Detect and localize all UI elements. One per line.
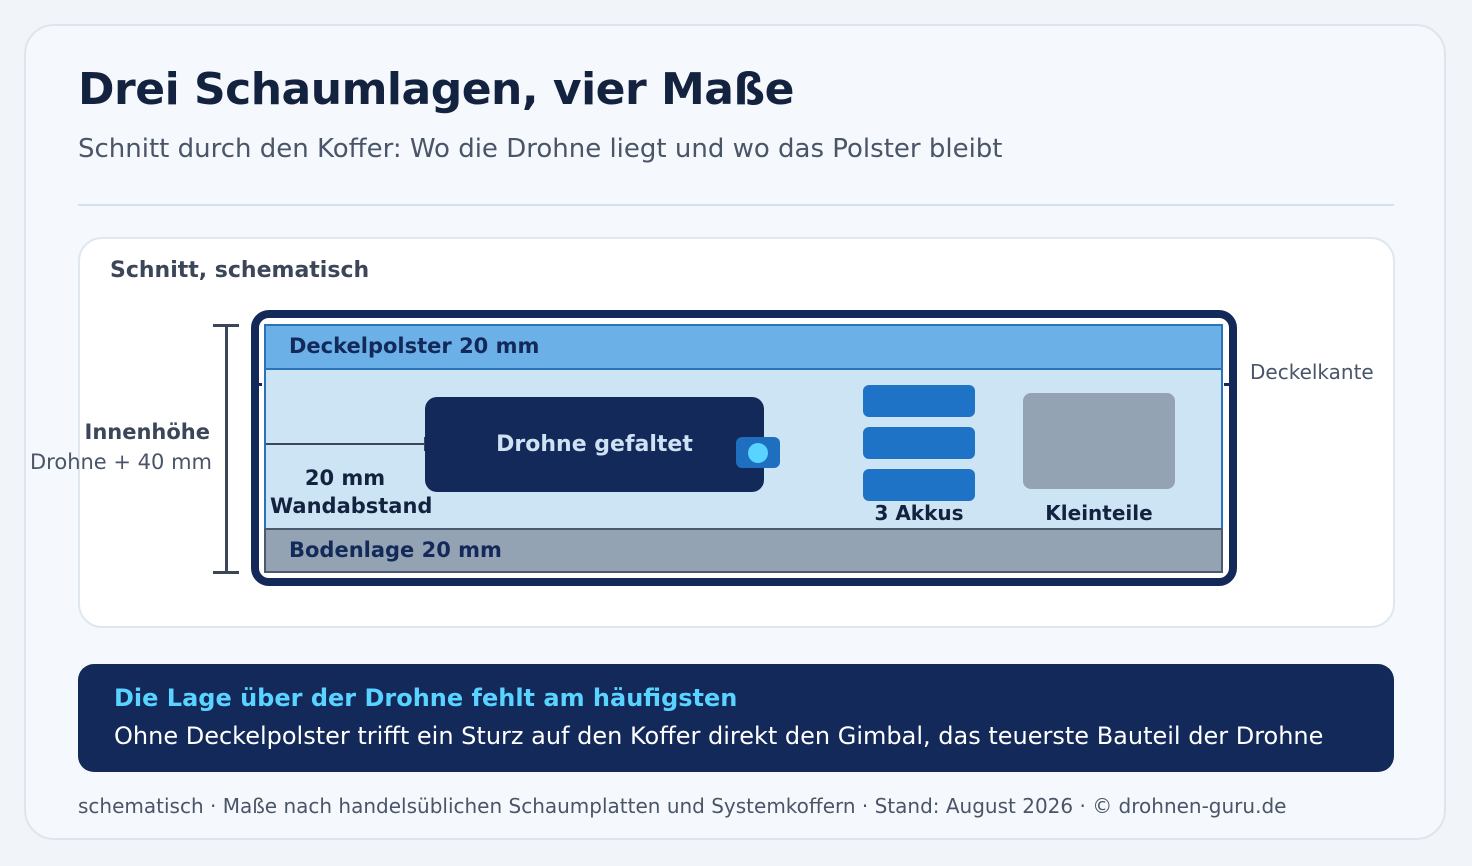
battery-block xyxy=(863,385,975,417)
small-parts-label: Kleinteile xyxy=(1045,501,1153,525)
drone-label: Drohne gefaltet xyxy=(496,432,693,457)
wall-gap-label: 20 mm Wandabstand xyxy=(270,464,433,520)
header-divider xyxy=(78,204,1394,206)
inner-height-dimension-line xyxy=(225,324,228,574)
page-subtitle: Schnitt durch den Koffer: Wo die Drohne … xyxy=(78,134,1003,164)
lid-edge-marker-right xyxy=(1224,383,1230,386)
callout-title: Die Lage über der Drohne fehlt am häufig… xyxy=(114,684,738,712)
lid-edge-label: Deckelkante xyxy=(1250,360,1374,384)
wall-gap-dimension-line xyxy=(266,443,426,445)
gimbal-camera-icon xyxy=(748,443,768,463)
callout-box xyxy=(78,664,1394,772)
wall-gap-text: Wandabstand xyxy=(270,494,433,518)
inner-height-value: Drohne + 40 mm xyxy=(30,450,212,474)
inner-height-label: Innenhöhe xyxy=(84,420,210,444)
footer-note: schematisch · Maße nach handelsüblichen … xyxy=(78,794,1287,818)
wall-gap-value: 20 mm xyxy=(304,466,386,490)
bottom-foam-label: Bodenlage 20 mm xyxy=(289,538,502,562)
batteries-label: 3 Akkus xyxy=(874,501,964,525)
callout-body: Ohne Deckelpolster trifft ein Sturz auf … xyxy=(114,722,1324,750)
lid-edge-marker-left xyxy=(256,383,262,386)
inner-height-dimension-cap-bottom xyxy=(213,571,239,574)
diagram-panel-label: Schnitt, schematisch xyxy=(110,258,370,283)
inner-height-dimension-cap-top xyxy=(213,324,239,327)
lid-foam-label: Deckelpolster 20 mm xyxy=(289,334,540,358)
battery-block xyxy=(863,427,975,459)
battery-block xyxy=(863,469,975,501)
page-title: Drei Schaumlagen, vier Maße xyxy=(78,64,794,115)
small-parts-block xyxy=(1023,393,1175,489)
